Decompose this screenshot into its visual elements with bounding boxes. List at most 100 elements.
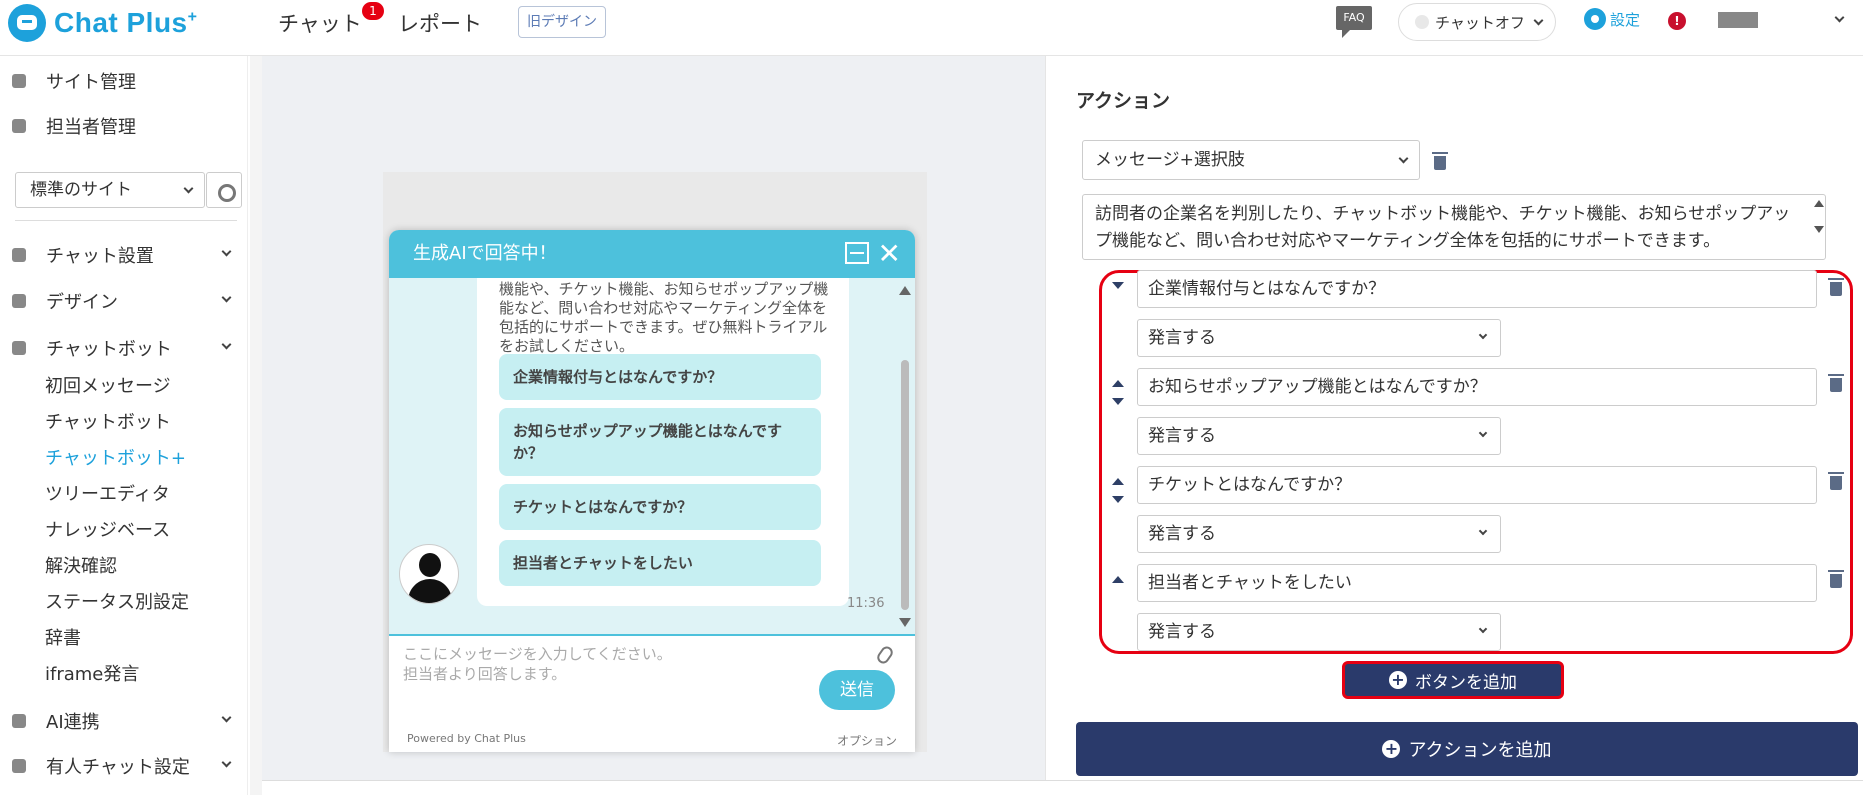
textarea-scroll-up-icon[interactable] [1814,200,1824,207]
bulb-icon [12,714,26,728]
message-textarea-value: 訪問者の企業名を判別したり、チャットボット機能や、チケット機能、お知らせポップア… [1095,204,1791,251]
sidebar-sub-chatbot[interactable]: チャットボット [45,408,171,434]
site-select[interactable]: 標準のサイト [15,172,205,208]
faq-icon[interactable]: FAQ [1336,6,1372,38]
input-placeholder: ここにメッセージを入力してください。 [403,645,672,663]
choice-label-input[interactable]: 担当者とチャットをしたい [1137,564,1817,602]
choice-button[interactable]: 担当者とチャットをしたい [499,540,821,586]
add-action-label: アクションを追加 [1408,740,1552,761]
choice-behavior-select[interactable]: 発言する [1137,319,1501,357]
chat-status-dropdown[interactable]: チャットオフ [1398,3,1556,41]
add-button-button[interactable]: + ボタンを追加 [1342,661,1564,699]
bot-avatar [399,544,459,604]
choice-behavior-select[interactable]: 発言する [1137,515,1501,553]
add-action-button[interactable]: + アクションを追加 [1076,722,1858,776]
option-link[interactable]: オプション [837,732,897,749]
logo[interactable]: Chat Plus+ [8,4,197,42]
sidebar: サイト管理 担当者管理 標準のサイト チャット設置 デザイン チャットボット 初… [0,56,248,795]
sidebar-item-manned-chat[interactable]: 有人チャット設定 [12,753,236,779]
sidebar-item-chat-setup[interactable]: チャット設置 [12,242,236,268]
choice-behavior-select[interactable]: 発言する [1137,613,1501,651]
sidebar-sub-knowledge-base[interactable]: ナレッジベース [45,516,170,542]
sidebar-item-staff-admin[interactable]: 担当者管理 [12,113,236,139]
alert-icon[interactable]: ! [1668,12,1686,30]
action-title: アクション [1076,90,1171,112]
sidebar-item-label: サイト管理 [46,72,136,93]
gears-icon [12,74,26,88]
chat-icon [12,341,26,355]
message-textarea[interactable]: 訪問者の企業名を判別したり、チャットボット機能や、チケット機能、お知らせポップア… [1082,194,1826,260]
sidebar-item-ai[interactable]: AI連携 [12,708,236,734]
chevron-down-icon [221,712,232,723]
message-input[interactable]: ここにメッセージを入力してください。 担当者より回答します。 [403,644,672,684]
sidebar-sub-status-settings[interactable]: ステータス別設定 [45,588,189,614]
tools-icon [12,248,26,262]
widget-title: 生成AIで回答中！ [413,243,557,264]
sidebar-item-label: チャットボット [46,339,172,360]
sidebar-item-site-admin[interactable]: サイト管理 [12,68,236,94]
trash-icon[interactable] [1828,374,1844,392]
trash-icon[interactable] [1828,472,1844,490]
action-type-select[interactable]: メッセージ+選択肢 [1082,140,1420,180]
move-down-icon[interactable] [1112,282,1124,289]
chevron-down-icon [1398,153,1409,164]
move-down-icon[interactable] [1112,398,1124,405]
close-icon[interactable]: ✕ [878,240,901,268]
chat-bubble-icon [8,4,46,42]
sidebar-sub-first-message[interactable]: 初回メッセージ [45,372,171,398]
trash-icon[interactable] [1828,570,1844,588]
choice-button[interactable]: お知らせポップアップ機能とはなんですか？ [499,408,821,476]
plus-circle-icon: + [1389,671,1407,689]
move-up-icon[interactable] [1112,380,1124,387]
move-up-icon[interactable] [1112,576,1124,583]
choice-button[interactable]: 企業情報付与とはなんですか？ [499,354,821,400]
trash-icon[interactable] [1432,152,1448,170]
sidebar-sub-dictionary[interactable]: 辞書 [45,624,81,650]
minimize-icon[interactable] [845,242,869,264]
chat-messages: 機能や、チケット機能、お知らせポップアップ機能など、問い合わせ対応やマーケティン… [389,278,915,634]
avatar-body [408,579,452,603]
choice-behavior-value: 発言する [1148,328,1216,348]
users-icon [12,119,26,133]
widget-header: 生成AIで回答中！ ✕ [389,230,915,278]
add-button-label: ボタンを追加 [1415,672,1517,693]
sidebar-scrollbar[interactable] [250,56,262,795]
move-down-icon[interactable] [1112,496,1124,503]
choice-label-input[interactable]: お知らせポップアップ機能とはなんですか？ [1137,368,1817,406]
sidebar-sub-resolution[interactable]: 解決確認 [45,552,117,578]
chat-scrollbar[interactable] [897,278,913,634]
trash-icon[interactable] [1828,278,1844,296]
scroll-down-icon[interactable] [899,618,911,627]
bot-message-text: 機能や、チケット機能、お知らせポップアップ機能など、問い合わせ対応やマーケティン… [499,280,829,355]
choice-button[interactable]: チケットとはなんですか？ [499,484,821,530]
textarea-scroll-down-icon[interactable] [1814,226,1824,233]
settings-label: 設定 [1610,10,1641,29]
scroll-thumb[interactable] [901,360,909,610]
choice-behavior-value: 発言する [1148,426,1216,446]
scroll-up-icon[interactable] [899,286,911,295]
site-settings-gear-icon[interactable] [206,172,242,208]
bottom-bar [262,780,1863,795]
powered-by: Powered by Chat Plus [407,732,526,745]
sidebar-sub-iframe[interactable]: iframe発言 [45,660,139,686]
user-avatar[interactable] [1718,12,1758,28]
message-input-area[interactable]: ここにメッセージを入力してください。 担当者より回答します。 送信 Powere… [389,634,915,752]
choice-behavior-select[interactable]: 発言する [1137,417,1501,455]
choice-label-input[interactable]: 企業情報付与とはなんですか？ [1137,270,1817,308]
chevron-down-icon [221,339,232,350]
nav-report[interactable]: レポート [398,8,482,38]
old-design-button[interactable]: 旧デザイン [518,6,606,38]
nav-chat[interactable]: チャット [278,8,362,38]
sidebar-item-design[interactable]: デザイン [12,288,236,314]
sidebar-sub-tree-editor[interactable]: ツリーエディタ [45,480,170,506]
sidebar-item-chatbot[interactable]: チャットボット [12,335,236,361]
chevron-down-icon [1478,624,1488,634]
choice-label-input[interactable]: チケットとはなんですか？ [1137,466,1817,504]
paperclip-icon[interactable] [874,644,896,666]
chat-status-label: チャットオフ [1435,13,1525,32]
user-menu-chevron-icon[interactable] [1834,12,1845,23]
send-button[interactable]: 送信 [819,670,895,710]
sidebar-sub-chatbot-plus[interactable]: チャットボット+ [45,444,186,470]
settings-link[interactable]: 設定 [1584,8,1640,30]
move-up-icon[interactable] [1112,478,1124,485]
